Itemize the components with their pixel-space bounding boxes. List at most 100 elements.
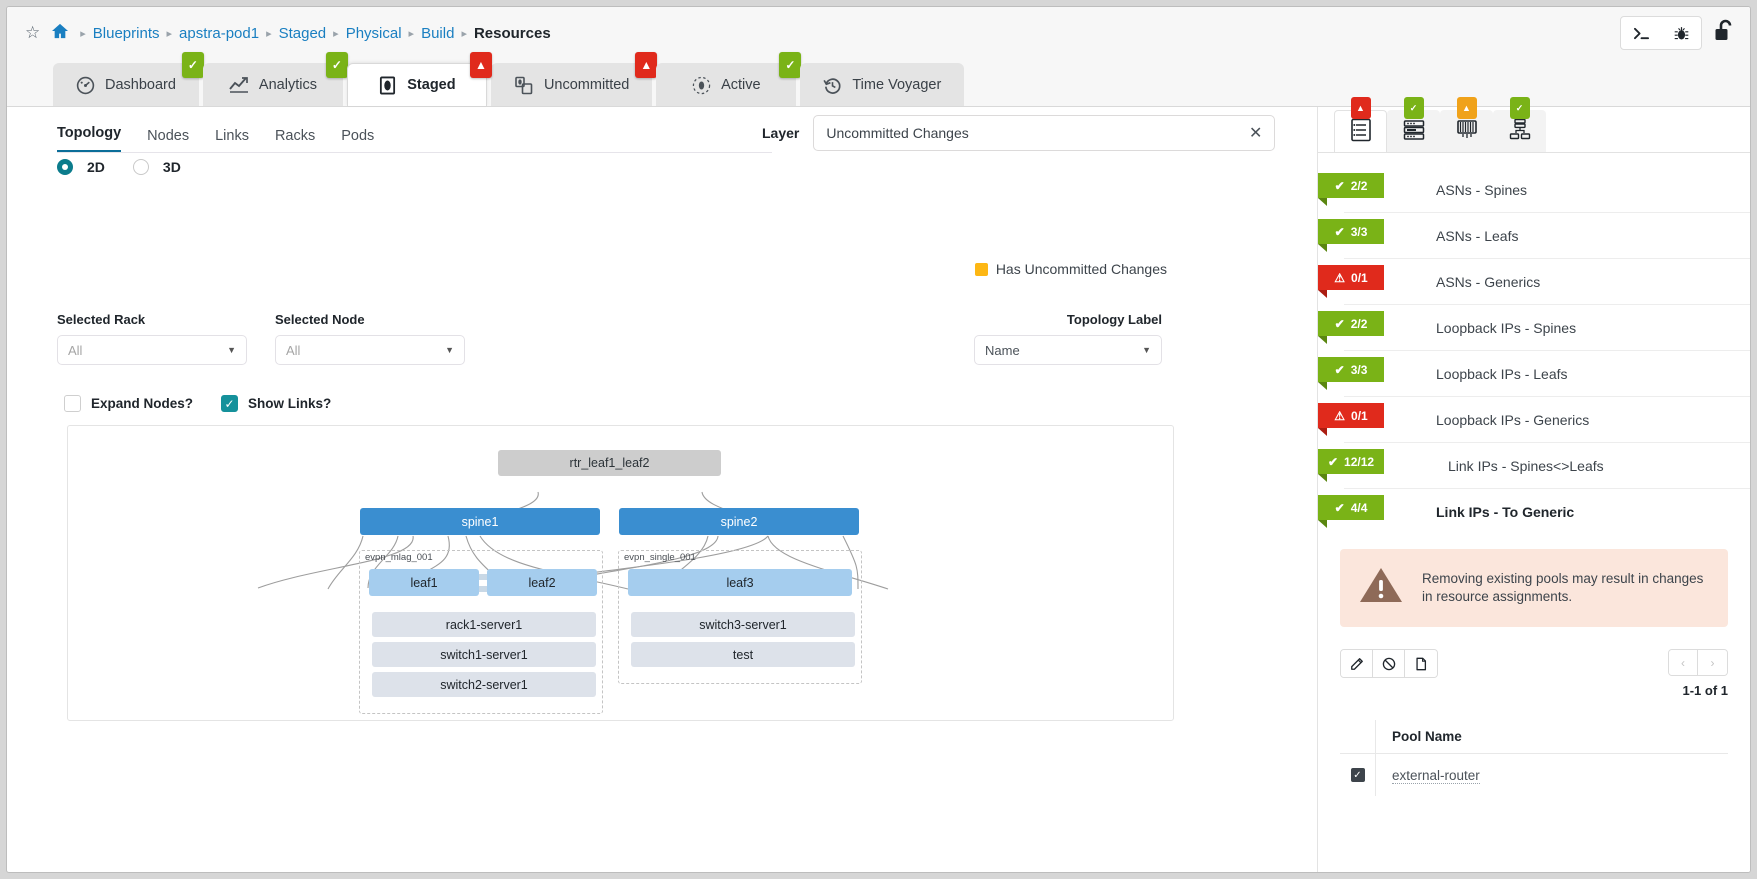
selected-rack-value: All	[68, 343, 82, 358]
show-links-checkbox[interactable]: ✓	[221, 395, 238, 412]
bug-icon[interactable]	[1661, 17, 1701, 49]
list-icon	[1348, 117, 1374, 146]
resource-count-badge: ✔ 2/2	[1318, 173, 1384, 198]
resource-row-loopback-ips-leafs[interactable]: ✔ 3/3 Loopback IPs - Leafs	[1344, 351, 1750, 397]
resource-count: 0/1	[1351, 409, 1368, 423]
tab-time-voyager[interactable]: Time Voyager	[800, 63, 964, 106]
radio-3d[interactable]	[133, 159, 149, 175]
radio-2d[interactable]	[57, 159, 73, 175]
sub-tab-pods[interactable]: Pods	[341, 128, 374, 153]
resource-row-link-ips-spines-leafs[interactable]: ✔ 12/12 Link IPs - Spines<>Leafs	[1344, 443, 1750, 489]
status-badge-ok: ✓	[182, 52, 204, 78]
sub-tab-racks[interactable]: Racks	[275, 128, 315, 153]
terminal-icon[interactable]	[1621, 17, 1661, 49]
breadcrumb-separator: ▸	[266, 27, 272, 40]
pool-select-column-header	[1340, 720, 1376, 753]
legend-label: Has Uncommitted Changes	[996, 261, 1167, 277]
filter-row: Selected Rack All ▼ Selected Node All ▼	[57, 312, 465, 365]
radio-2d-label[interactable]: 2D	[87, 159, 105, 175]
remove-icon[interactable]	[1373, 650, 1405, 677]
selected-node-select[interactable]: All ▼	[275, 335, 465, 365]
sub-tab-links[interactable]: Links	[215, 128, 249, 153]
status-badge-error: ▲	[1351, 97, 1371, 119]
mlag-link	[479, 586, 487, 592]
selected-rack-select[interactable]: All ▼	[57, 335, 247, 365]
sub-tab-divider	[57, 152, 772, 153]
topology-label-value: Name	[985, 343, 1020, 358]
resource-tab-racks[interactable]: ✓	[1387, 110, 1440, 152]
close-icon[interactable]: ✕	[1249, 123, 1262, 143]
topology-node-switch3-server1[interactable]: switch3-server1	[631, 612, 855, 637]
topology-node-spine1[interactable]: spine1	[360, 508, 600, 535]
breadcrumb-item-build[interactable]: Build	[421, 25, 454, 42]
show-links-label[interactable]: Show Links?	[248, 396, 331, 411]
breadcrumb-item-staged[interactable]: Staged	[279, 25, 327, 42]
pool-name-link[interactable]: external-router	[1392, 768, 1480, 784]
tab-active[interactable]: Active ✓	[656, 63, 796, 106]
resource-tab-generics[interactable]: ✓	[1493, 110, 1546, 152]
resource-row-asns-leafs[interactable]: ✔ 3/3 ASNs - Leafs	[1344, 213, 1750, 259]
sub-tab-nodes[interactable]: Nodes	[147, 128, 189, 153]
topology-node-switch1-server1[interactable]: switch1-server1	[372, 642, 596, 667]
topology-node-leaf2[interactable]: leaf2	[487, 569, 597, 596]
breadcrumb-item-physical[interactable]: Physical	[346, 25, 402, 42]
resource-row-asns-generics[interactable]: ⚠ 0/1 ASNs - Generics	[1344, 259, 1750, 305]
warning-triangle-icon: ⚠	[1334, 271, 1345, 285]
pool-row-checkbox[interactable]: ✓	[1351, 768, 1365, 782]
home-icon[interactable]	[51, 23, 69, 44]
topology-label-select[interactable]: Name ▼	[974, 335, 1162, 365]
resource-name: Loopback IPs - Generics	[1436, 412, 1589, 428]
next-page-button[interactable]: ›	[1698, 650, 1727, 675]
table-row[interactable]: ✓ external-router	[1340, 754, 1728, 796]
unlock-icon[interactable]	[1714, 19, 1736, 47]
selected-rack-label: Selected Rack	[57, 312, 247, 327]
resource-row-loopback-ips-spines[interactable]: ✔ 2/2 Loopback IPs - Spines	[1344, 305, 1750, 351]
tab-label: Dashboard	[105, 77, 176, 93]
resource-tab-switches[interactable]: ▲	[1440, 110, 1493, 152]
breadcrumb-item-blueprints[interactable]: Blueprints	[93, 25, 160, 42]
edit-icon[interactable]	[1341, 650, 1373, 677]
expand-nodes-label[interactable]: Expand Nodes?	[91, 396, 193, 411]
tab-analytics[interactable]: Analytics ✓	[203, 63, 343, 106]
resource-row-loopback-ips-generics[interactable]: ⚠ 0/1 Loopback IPs - Generics	[1344, 397, 1750, 443]
sub-tab-topology[interactable]: Topology	[57, 125, 121, 153]
check-circle-icon: ✔	[1335, 225, 1345, 239]
pool-table-header: Pool Name	[1340, 720, 1728, 754]
layer-select[interactable]: Uncommitted Changes ✕	[813, 115, 1275, 151]
status-badge-warning: ▲	[1457, 97, 1477, 119]
resource-count-badge: ✔ 4/4	[1318, 495, 1384, 520]
topology-node-spine2[interactable]: spine2	[619, 508, 859, 535]
resource-count: 2/2	[1351, 317, 1368, 331]
switch-icon	[1454, 117, 1480, 146]
topology-node-leaf1[interactable]: leaf1	[369, 569, 479, 596]
chevron-down-icon: ▼	[445, 345, 454, 355]
resource-name: ASNs - Spines	[1436, 182, 1527, 198]
resource-name: ASNs - Generics	[1436, 274, 1540, 290]
resource-name: Link IPs - To Generic	[1436, 504, 1574, 520]
detail-icon[interactable]	[1405, 650, 1437, 677]
topology-node-rack1-server1[interactable]: rack1-server1	[372, 612, 596, 637]
tab-dashboard[interactable]: Dashboard ✓	[53, 63, 199, 106]
breadcrumb-separator: ▸	[166, 27, 172, 40]
topology-canvas[interactable]: rtr_leaf1_leaf2 spine1 spine2 evpn_mlag_…	[67, 425, 1174, 721]
mlag-link	[479, 574, 487, 580]
breadcrumb-item-apstra-pod1[interactable]: apstra-pod1	[179, 25, 259, 42]
topology-node-test[interactable]: test	[631, 642, 855, 667]
gauge-icon	[76, 76, 95, 95]
topology-node-router[interactable]: rtr_leaf1_leaf2	[498, 450, 721, 476]
tab-staged[interactable]: Staged ▲	[347, 63, 487, 106]
topology-node-switch2-server1[interactable]: switch2-server1	[372, 672, 596, 697]
tab-uncommitted[interactable]: Uncommitted ▲	[491, 63, 652, 106]
rack-label-evpn-single-001: evpn_single_001	[624, 552, 696, 563]
resource-tab-list[interactable]: ▲	[1334, 110, 1387, 152]
topology-node-leaf3[interactable]: leaf3	[628, 569, 852, 596]
removal-warning: Removing existing pools may result in ch…	[1340, 549, 1728, 627]
resource-row-link-ips-to-generic[interactable]: ✔ 4/4 Link IPs - To Generic	[1344, 489, 1750, 535]
prev-page-button[interactable]: ‹	[1669, 650, 1698, 675]
resource-count-badge: ⚠ 0/1	[1318, 403, 1384, 428]
resource-row-asns-spines[interactable]: ✔ 2/2 ASNs - Spines	[1344, 167, 1750, 213]
expand-nodes-checkbox[interactable]	[64, 395, 81, 412]
favorite-star-icon[interactable]: ☆	[25, 23, 40, 43]
radio-3d-label[interactable]: 3D	[163, 159, 181, 175]
warning-triangle-icon	[1358, 565, 1404, 611]
